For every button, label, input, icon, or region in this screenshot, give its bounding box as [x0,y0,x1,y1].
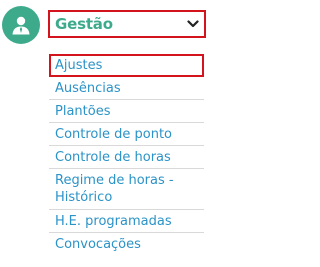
submenu-item-controle-de-ponto[interactable]: Controle de ponto [49,123,204,146]
submenu-item-ajustes[interactable]: Ajustes [49,54,204,77]
gestao-menu: Gestão Ajustes Ausências Plantões Contro… [0,0,211,267]
section-header-gestao[interactable]: Gestão [48,10,206,38]
submenu-item-convocacoes[interactable]: Convocações [49,233,204,256]
section-title: Gestão [55,15,113,33]
submenu-item-regime-de-horas-historico[interactable]: Regime de horas - Histórico [49,169,204,210]
user-avatar-icon [2,6,40,44]
user-silhouette-icon [12,16,30,35]
submenu-item-controle-de-horas[interactable]: Controle de horas [49,146,204,169]
submenu-item-ausencias[interactable]: Ausências [49,77,204,100]
chevron-down-icon[interactable] [186,19,200,29]
submenu-item-he-programadas[interactable]: H.E. programadas [49,210,204,233]
submenu-list: Ajustes Ausências Plantões Controle de p… [49,54,204,256]
submenu-item-plantoes[interactable]: Plantões [49,100,204,123]
